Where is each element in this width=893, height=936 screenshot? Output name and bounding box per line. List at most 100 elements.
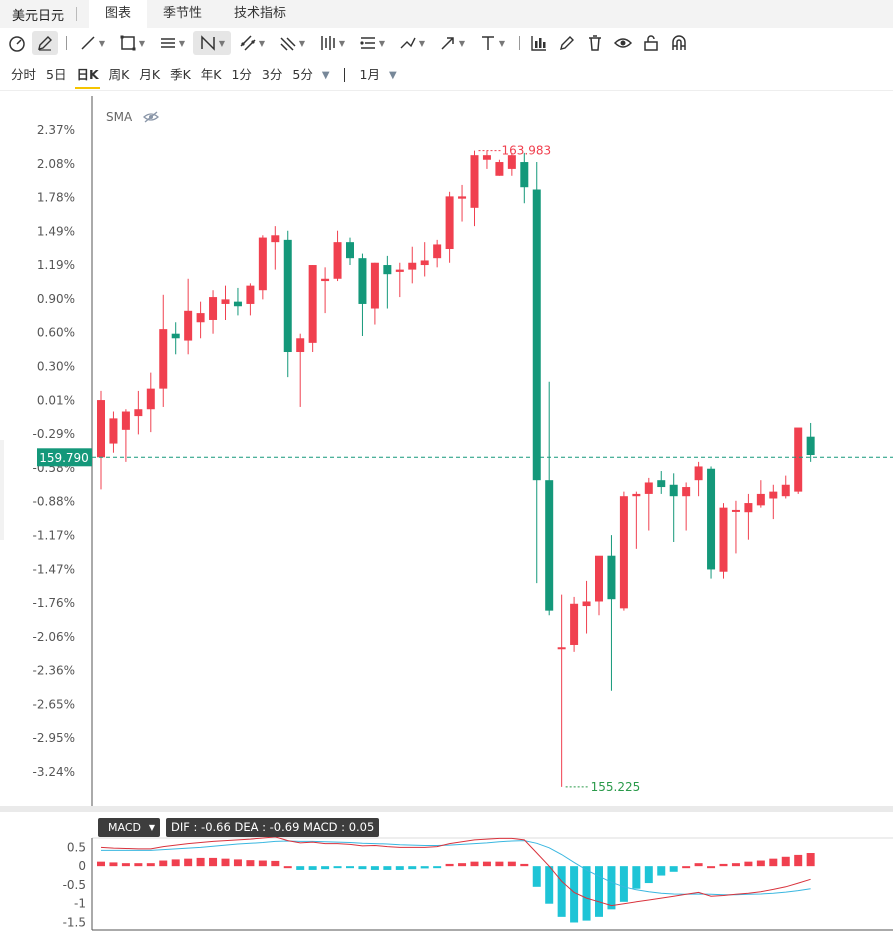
candle-body [794, 427, 803, 492]
period-timeshare[interactable]: 分时 [6, 61, 41, 89]
macd-histogram-bar [744, 861, 753, 867]
macd-histogram-bar [756, 860, 765, 867]
candle-body [781, 484, 790, 497]
line-icon[interactable]: ▼ [73, 31, 111, 55]
period-monthly[interactable]: 月K [134, 61, 165, 89]
period-yearly[interactable]: 年K [196, 61, 227, 89]
macd-histogram-bar [644, 866, 653, 884]
candle-body [346, 242, 354, 259]
candle-body [669, 484, 678, 497]
pane-divider[interactable] [0, 806, 893, 812]
candle-body [97, 400, 105, 458]
candle-body [619, 496, 628, 609]
channel-icon[interactable]: ▼ [233, 31, 271, 55]
macd-histogram-bar [719, 863, 728, 867]
macd-histogram-bar [507, 861, 516, 867]
candle-body [134, 409, 143, 417]
macd-panel: 0.5 0 -0.5 -1 -1.5 [63, 836, 893, 931]
macd-histogram-bar [370, 866, 379, 870]
text-icon[interactable]: ▼ [473, 31, 511, 55]
range-select[interactable]: 1月 [355, 61, 385, 89]
y-tick-label: 0.90% [37, 292, 75, 306]
macd-histogram-bar [221, 858, 230, 867]
macd-histogram-bar [557, 866, 566, 917]
y-tick-label: -3.24% [33, 765, 75, 779]
macd-histogram-bar [433, 866, 442, 869]
gauge-icon[interactable] [4, 31, 30, 55]
y-tick-label: -2.65% [33, 697, 75, 711]
macd-histogram-bar [283, 866, 292, 869]
fib-icon[interactable]: ▼ [153, 31, 191, 55]
macd-histogram-bar [657, 866, 666, 876]
macd-histogram-bar [669, 866, 678, 872]
macd-selector[interactable]: MACD ▼ [98, 818, 160, 837]
period-weekly[interactable]: 周K [104, 61, 135, 89]
edit-icon[interactable] [554, 31, 580, 55]
macd-tick-label: -1 [74, 897, 86, 911]
measure-icon[interactable]: ▼ [353, 31, 391, 55]
y-tick-label: 1.49% [37, 224, 75, 238]
range-dropdown-icon[interactable]: ▼ [389, 70, 397, 81]
lock-icon[interactable] [638, 31, 664, 55]
candle-body [196, 313, 205, 323]
period-3min[interactable]: 3分 [257, 61, 287, 89]
macd-histogram-bar [97, 861, 105, 867]
toolbar-divider [66, 36, 67, 50]
macd-histogram-bar [632, 866, 641, 889]
period-1min[interactable]: 1分 [226, 61, 256, 89]
macd-histogram-bar [246, 860, 255, 867]
macd-histogram-bar [209, 857, 218, 867]
macd-histogram-bar [184, 858, 193, 867]
pattern-icon[interactable]: ▼ [193, 31, 231, 55]
candle-body [657, 480, 666, 488]
y-tick-label: -1.17% [33, 528, 75, 542]
macd-histogram-bar [582, 866, 591, 921]
macd-histogram-bar [395, 866, 404, 870]
macd-histogram-bar [694, 863, 703, 867]
bars-icon[interactable]: ▼ [313, 31, 351, 55]
candle-body [806, 436, 815, 456]
y-tick-label: -1.76% [33, 596, 75, 610]
macd-histogram-bar [171, 859, 180, 867]
macd-histogram-bar [346, 866, 354, 869]
macd-histogram-bar [495, 861, 504, 867]
candle-body [433, 244, 442, 259]
trash-icon[interactable] [582, 31, 608, 55]
period-5min[interactable]: 5分 [287, 61, 317, 89]
gann-icon[interactable]: ▼ [273, 31, 311, 55]
candle-body [682, 487, 691, 497]
y-tick-label: 0.01% [37, 393, 75, 407]
magnet-icon[interactable] [666, 31, 692, 55]
macd-tick-label: -0.5 [63, 878, 86, 892]
macd-histogram-bar [159, 860, 168, 867]
candle-body [321, 278, 330, 282]
y-tick-label: -2.36% [33, 664, 75, 678]
period-5day[interactable]: 5日 [41, 61, 71, 89]
candle-body [595, 555, 603, 602]
rectangle-icon[interactable]: ▼ [113, 31, 151, 55]
macd-histogram-bar [794, 854, 803, 867]
period-quarterly[interactable]: 季K [165, 61, 196, 89]
y-tick-label: -0.88% [33, 495, 75, 509]
chevron-down-icon: ▼ [148, 823, 155, 832]
tab-chart[interactable]: 图表 [89, 0, 148, 28]
candle-body [209, 297, 218, 320]
y-tick-label: -2.95% [33, 731, 75, 745]
candle-body [283, 239, 292, 353]
arrow-icon[interactable]: ▼ [433, 31, 471, 55]
tab-seasonality[interactable]: 季节性 [147, 0, 218, 28]
macd-tick-label: 0.5 [67, 840, 86, 854]
candle-body [383, 265, 392, 275]
candle-body [694, 466, 703, 481]
pencil-icon[interactable] [32, 31, 58, 55]
eye-icon[interactable] [610, 31, 636, 55]
macd-histogram-bar [358, 866, 367, 870]
brush-icon[interactable]: ▼ [393, 31, 431, 55]
candle-body [458, 196, 467, 199]
macd-histogram-bar [296, 866, 305, 870]
tab-indicators[interactable]: 技术指标 [218, 0, 302, 28]
period-dropdown-icon[interactable]: ▼ [322, 70, 330, 81]
macd-histogram-bar [532, 866, 541, 887]
period-daily[interactable]: 日K [71, 61, 103, 89]
indicator-icon[interactable] [526, 31, 552, 55]
